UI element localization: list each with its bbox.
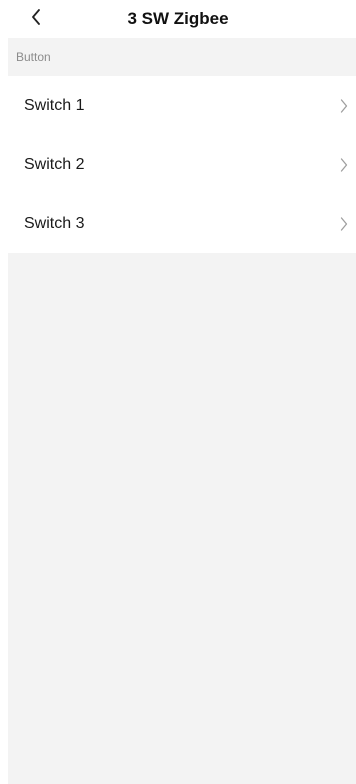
chevron-right-icon (338, 157, 350, 173)
content-area: Button Switch 1 Switch 2 Switch 3 (8, 38, 356, 784)
list-item-switch-3[interactable]: Switch 3 (8, 194, 356, 253)
top-bar: 3 SW Zigbee (0, 0, 356, 38)
section-header-button: Button (8, 38, 356, 76)
list-item-label: Switch 1 (24, 96, 85, 114)
list-item-label: Switch 2 (24, 155, 85, 173)
switch-list: Switch 1 Switch 2 Switch 3 (8, 76, 356, 253)
list-item-switch-2[interactable]: Switch 2 (8, 135, 356, 194)
chevron-right-icon (338, 216, 350, 232)
list-item-switch-1[interactable]: Switch 1 (8, 76, 356, 135)
page-title: 3 SW Zigbee (127, 9, 229, 28)
list-item-label: Switch 3 (24, 214, 85, 232)
chevron-right-icon (338, 98, 350, 114)
